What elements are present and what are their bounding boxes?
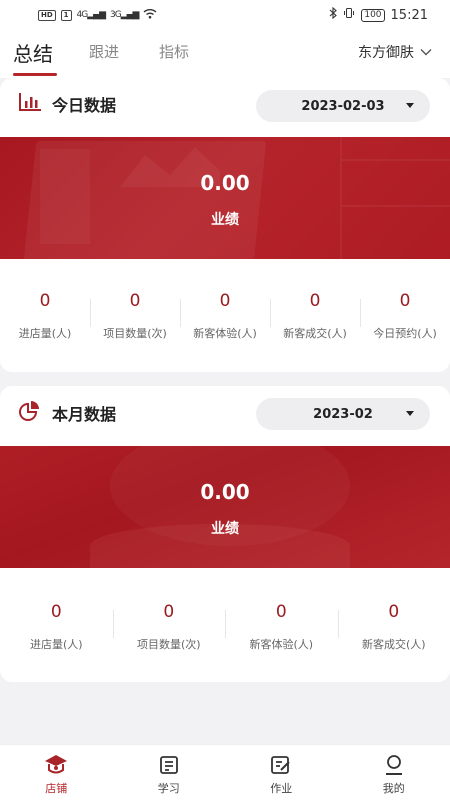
today-revenue-banner: 0.00 业绩 <box>0 137 450 259</box>
study-icon <box>157 754 181 776</box>
chevron-down-icon <box>420 44 432 60</box>
month-card-header: 本月数据 <box>18 400 116 426</box>
stat-value: 0 <box>399 291 411 311</box>
month-card-title: 本月数据 <box>52 405 117 424</box>
signal-4g-icon: 4G▂▄▆ <box>76 10 106 20</box>
tab-summary[interactable]: 总结 <box>13 38 53 67</box>
stat-label: 新客成交(人) <box>361 638 426 651</box>
dropdown-arrow-icon <box>406 411 414 416</box>
nav-label: 作业 <box>270 782 293 795</box>
homework-icon <box>269 754 293 776</box>
stat-store-visits[interactable]: 0 进店量(人) <box>0 291 90 341</box>
status-bar: HD 1 4G▂▄▆ 3G▂▄▆ 100 15:21 <box>0 0 450 30</box>
nav-label: 我的 <box>382 782 405 795</box>
store-selector[interactable]: 东方御肤 <box>358 42 432 62</box>
month-revenue-banner: 0.00 业绩 <box>0 446 450 568</box>
month-date-value: 2023-02 <box>313 406 373 422</box>
stat-value: 0 <box>275 602 287 622</box>
stat-value: 0 <box>129 291 141 311</box>
tab-indicators[interactable]: 指标 <box>159 41 189 62</box>
stat-label: 项目数量(次) <box>103 327 167 340</box>
month-data-card: 本月数据 2023-02 0.00 业绩 0 进店量(人) 0 项目数量(次) … <box>0 386 450 682</box>
nav-label: 学习 <box>157 782 180 795</box>
today-revenue-amount: 0.00 <box>200 171 250 195</box>
stat-today-appointments[interactable]: 0 今日预约(人) <box>360 291 450 341</box>
bottom-navigation: 店铺 学习 作业 我的 <box>0 744 450 800</box>
banner-overlay <box>0 446 450 568</box>
stat-new-deals[interactable]: 0 新客成交(人) <box>337 602 450 652</box>
stat-new-deals[interactable]: 0 新客成交(人) <box>270 291 360 341</box>
wifi-icon <box>143 8 157 22</box>
dropdown-arrow-icon <box>406 103 414 108</box>
month-date-picker[interactable]: 2023-02 <box>256 398 430 430</box>
today-date-value: 2023-02-03 <box>301 98 385 114</box>
stat-value: 0 <box>39 291 51 311</box>
today-card-title: 今日数据 <box>52 96 117 115</box>
battery-indicator: 100 <box>361 8 385 22</box>
stat-label: 新客体验(人) <box>193 327 257 340</box>
stat-label: 进店量(人) <box>18 327 72 340</box>
stat-project-count[interactable]: 0 项目数量(次) <box>90 291 180 341</box>
status-right: 100 15:21 <box>329 6 428 23</box>
stat-new-trials[interactable]: 0 新客体验(人) <box>225 602 338 652</box>
active-tab-indicator <box>13 73 57 76</box>
bluetooth-icon <box>329 6 338 23</box>
hd-badge: HD <box>38 9 56 21</box>
nav-item-study[interactable]: 学习 <box>113 745 226 800</box>
profile-icon <box>382 754 406 776</box>
stat-value: 0 <box>309 291 321 311</box>
stat-label: 新客体验(人) <box>249 638 314 651</box>
vibrate-icon <box>343 7 355 23</box>
nav-label: 店铺 <box>45 782 68 795</box>
month-revenue-amount: 0.00 <box>200 480 250 504</box>
banner-overlay <box>0 137 450 259</box>
today-revenue-label: 业绩 <box>211 212 239 228</box>
stat-label: 今日预约(人) <box>373 327 437 340</box>
sim-badge: 1 <box>60 9 72 21</box>
stat-value: 0 <box>388 602 400 622</box>
store-icon <box>44 754 68 776</box>
top-navigation: 总结 跟进 指标 东方御肤 <box>0 30 450 78</box>
pie-chart-icon <box>18 400 42 426</box>
stat-label: 进店量(人) <box>29 638 83 651</box>
stat-label: 新客成交(人) <box>283 327 347 340</box>
bar-chart-icon <box>18 92 42 116</box>
stat-value: 0 <box>163 602 175 622</box>
today-date-picker[interactable]: 2023-02-03 <box>256 90 430 122</box>
tab-follow-up[interactable]: 跟进 <box>89 41 119 62</box>
network-3g-label: 3G <box>110 10 122 20</box>
today-stats-row: 0 进店量(人) 0 项目数量(次) 0 新客体验(人) 0 新客成交(人) 0… <box>0 291 450 341</box>
stat-store-visits[interactable]: 0 进店量(人) <box>0 602 113 652</box>
status-time: 15:21 <box>390 7 428 23</box>
store-name: 东方御肤 <box>358 45 414 61</box>
nav-item-profile[interactable]: 我的 <box>338 745 450 800</box>
stat-project-count[interactable]: 0 项目数量(次) <box>112 602 226 652</box>
stat-value: 0 <box>219 291 231 311</box>
stat-new-trials[interactable]: 0 新客体验(人) <box>180 291 270 341</box>
status-left: HD 1 4G▂▄▆ 3G▂▄▆ <box>38 8 157 22</box>
network-4g-label: 4G <box>76 10 89 20</box>
stat-value: 0 <box>50 602 62 622</box>
nav-item-homework[interactable]: 作业 <box>225 745 338 800</box>
nav-item-store[interactable]: 店铺 <box>0 745 113 800</box>
month-revenue-label: 业绩 <box>211 521 239 537</box>
signal-3g-icon: 3G▂▄▆ <box>110 10 139 20</box>
stat-label: 项目数量(次) <box>136 638 201 651</box>
today-card-header: 今日数据 <box>18 92 116 116</box>
month-stats-row: 0 进店量(人) 0 项目数量(次) 0 新客体验(人) 0 新客成交(人) <box>0 602 450 652</box>
today-data-card: 今日数据 2023-02-03 0.00 业绩 0 进店量(人) 0 项目数量(… <box>0 78 450 372</box>
